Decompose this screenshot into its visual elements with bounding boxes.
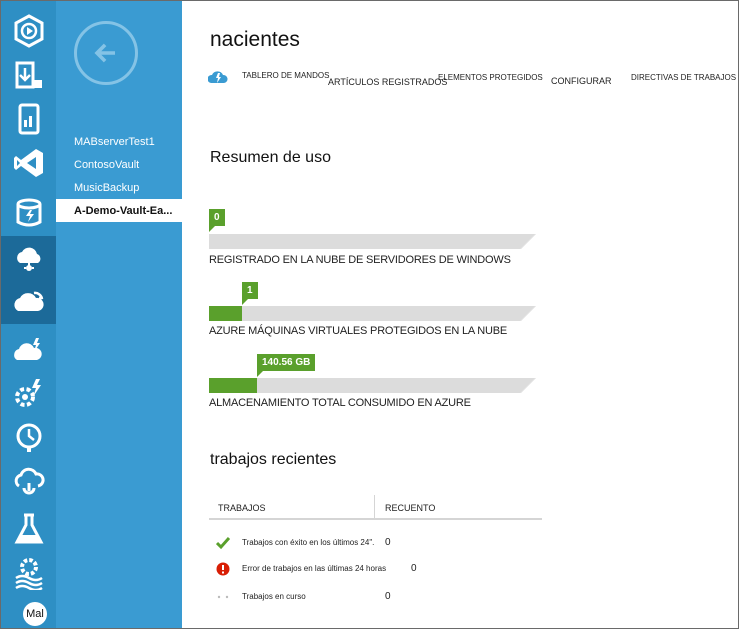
usage-bar-label: AZURE MÁQUINAS VIRTUALES PROTEGIDOS EN L…	[209, 325, 508, 337]
bar-end-cap	[520, 378, 542, 393]
table-row[interactable]: Error de trabajos en las últimas 24 hora…	[209, 559, 542, 579]
usage-bar	[209, 378, 542, 393]
rail-item-scheduler[interactable]	[1, 415, 56, 459]
usage-summary-title: Resumen de uso	[210, 149, 331, 166]
scheduler-icon	[16, 423, 41, 452]
rail-item-cache[interactable]	[1, 191, 56, 235]
arrow-left-icon	[94, 43, 115, 63]
rail-item-store[interactable]	[1, 327, 56, 371]
job-description: Error de trabajos en las últimas 24 hora…	[242, 564, 387, 573]
automation-icon	[14, 379, 41, 407]
data-import-icon	[15, 61, 42, 89]
visual-studio-icon	[13, 149, 43, 177]
table-row[interactable]: Trabajos con éxito en los últimos 24". 0	[209, 533, 542, 553]
rail-item-media-services[interactable]	[1, 9, 56, 53]
recent-jobs-table: TRABAJOS RECUENTO Trabajos con éxito en …	[209, 495, 542, 602]
avatar-label: Mal	[26, 608, 44, 620]
column-header-count: RECUENTO	[385, 503, 436, 513]
job-count: 0	[385, 591, 391, 602]
usage-bar-label: ALMACENAMIENTO TOTAL CONSUMIDO EN AZURE	[209, 397, 471, 409]
column-divider	[374, 495, 375, 518]
success-check-icon	[216, 537, 230, 550]
usage-bar	[209, 306, 542, 321]
rail-item-automation[interactable]	[1, 371, 56, 415]
usage-bar-label: REGISTRADO EN LA NUBE DE SERVIDORES DE W…	[209, 254, 511, 266]
usage-bar-fill	[209, 306, 243, 321]
back-button[interactable]	[74, 21, 138, 85]
settings-icon	[14, 558, 43, 590]
job-count: 0	[385, 537, 391, 548]
tab-job-policies[interactable]: DIRECTIVAS DE TRABAJOS	[631, 73, 736, 82]
recent-jobs-title: trabajos recientes	[210, 451, 337, 468]
usage-value-tag: 1	[242, 282, 258, 305]
table-row[interactable]: Trabajos en curso 0	[209, 587, 542, 607]
in-progress-icon	[217, 595, 229, 599]
rail-item-settings[interactable]	[1, 551, 56, 595]
bar-end-cap	[520, 234, 542, 249]
quick-start-cloud-icon[interactable]	[208, 70, 228, 84]
tab-dashboard[interactable]: TABLERO DE MANDOS	[242, 71, 329, 80]
main-content: nacientes TABLERO DE MANDOS ARTÍCULOS RE…	[182, 1, 738, 628]
avatar[interactable]: Mal	[23, 602, 47, 626]
portal-window: Mal MABserverTest1 ContosoVault MusicBac…	[0, 0, 739, 629]
vault-item-selected[interactable]: A-Demo-Vault-Ea...	[56, 199, 182, 222]
jobs-table-header: TRABAJOS RECUENTO	[209, 495, 542, 520]
cache-icon	[16, 198, 41, 227]
machine-learning-icon	[14, 513, 43, 544]
usage-value-tag: 140.56 GB	[257, 354, 316, 377]
usage-value-tag: 0	[209, 209, 225, 232]
tab-protected-items[interactable]: ELEMENTOS PROTEGIDOS	[438, 73, 543, 82]
vault-item[interactable]: MABserverTest1	[56, 130, 182, 153]
store-icon	[13, 338, 42, 360]
mobile-services-icon	[18, 103, 39, 135]
rail-item-recovery-services[interactable]	[1, 280, 56, 324]
api-management-icon	[14, 467, 45, 495]
column-header-jobs: TRABAJOS	[218, 503, 266, 513]
job-count: 0	[411, 563, 417, 574]
usage-bar	[209, 234, 542, 249]
bar-end-cap	[520, 306, 542, 321]
rail-item-mobile-services[interactable]	[1, 97, 56, 141]
vault-item[interactable]: MusicBackup	[56, 176, 182, 199]
rail-item-visual-studio[interactable]	[1, 141, 56, 185]
vault-item[interactable]: ContosoVault	[56, 153, 182, 176]
usage-bar-fill	[209, 378, 258, 393]
media-services-icon	[14, 14, 43, 48]
page-title: nacientes	[210, 28, 300, 51]
rail-item-data-import[interactable]	[1, 53, 56, 97]
vault-navigation: MABserverTest1 ContosoVault MusicBackup …	[56, 1, 182, 628]
rail-item-api-management[interactable]	[1, 459, 56, 503]
hdinsight-icon	[16, 247, 40, 271]
rail-item-hdinsight[interactable]	[1, 236, 56, 280]
job-description: Trabajos en curso	[242, 592, 306, 601]
error-icon	[216, 562, 230, 576]
rail-item-machine-learning[interactable]	[1, 507, 56, 551]
tab-configure[interactable]: CONFIGURAR	[551, 76, 612, 86]
service-rail: Mal	[1, 1, 56, 628]
tab-registered-items[interactable]: ARTÍCULOS REGISTRADOS	[328, 77, 447, 87]
recovery-services-icon	[13, 291, 44, 311]
job-description: Trabajos con éxito en los últimos 24".	[242, 538, 375, 547]
